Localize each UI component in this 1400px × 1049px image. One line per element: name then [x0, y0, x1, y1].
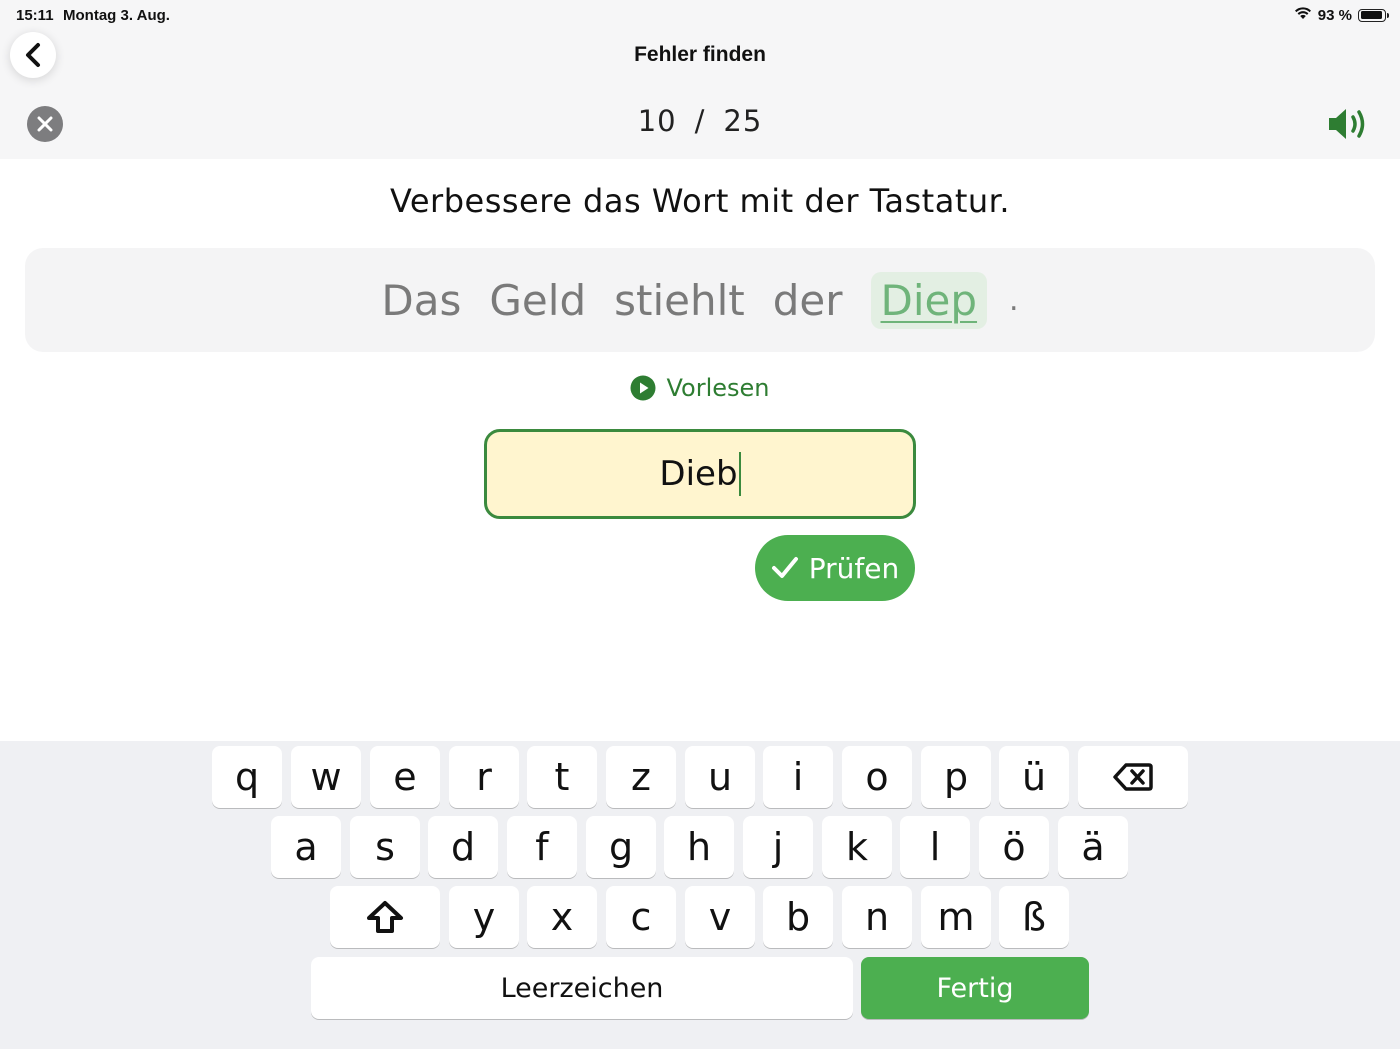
sentence: Das Geld stiehlt der Diep . [25, 248, 1375, 352]
sentence-word: der [772, 275, 843, 325]
key-u-umlaut[interactable]: ü [999, 746, 1069, 808]
progress-separator: / [694, 104, 706, 138]
checkmark-icon [771, 557, 798, 578]
key-q[interactable]: q [212, 746, 282, 808]
key-k[interactable]: k [822, 816, 892, 878]
battery-icon [1358, 8, 1389, 22]
keyboard: q w e r t z u i o p ü a s d f g h j k l … [0, 741, 1400, 1049]
instruction-text: Verbessere das Wort mit der Tastatur. [389, 182, 1011, 220]
backspace-key[interactable] [1078, 746, 1188, 808]
progress-counter: 10 / 25 [0, 104, 1400, 138]
key-a[interactable]: a [271, 816, 341, 878]
key-p[interactable]: p [921, 746, 991, 808]
battery-fill [1360, 11, 1382, 19]
key-eszett[interactable]: ß [999, 886, 1069, 948]
status-time: 15:11 [16, 7, 54, 24]
key-y[interactable]: y [449, 886, 519, 948]
status-indicators: 93 % [1294, 6, 1389, 24]
play-icon [630, 375, 656, 401]
read-aloud-label: Vorlesen [666, 374, 770, 402]
key-w[interactable]: w [291, 746, 361, 808]
key-o-umlaut[interactable]: ö [979, 816, 1049, 878]
key-z[interactable]: z [606, 746, 676, 808]
key-e[interactable]: e [370, 746, 440, 808]
key-i[interactable]: i [763, 746, 833, 808]
key-b[interactable]: b [763, 886, 833, 948]
space-key[interactable]: Leerzeichen [311, 957, 853, 1019]
page-title: Fehler finden [634, 43, 766, 66]
check-button[interactable]: Prüfen [755, 535, 915, 601]
check-button-label: Prüfen [808, 551, 900, 585]
key-v[interactable]: v [685, 886, 755, 948]
sentence-word: Geld [489, 275, 587, 325]
sentence-panel: Das Geld stiehlt der Diep . [25, 248, 1375, 352]
text-caret [738, 452, 741, 496]
progress-current: 10 [637, 104, 677, 138]
answer-input-value: Dieb [659, 454, 738, 494]
key-f[interactable]: f [507, 816, 577, 878]
status-bar: 15:11 Montag 3. Aug. 93 % [0, 0, 1400, 32]
battery-percent: 93 % [1317, 6, 1352, 24]
speaker-icon [1329, 109, 1365, 139]
read-aloud-button[interactable]: Vorlesen [0, 374, 1400, 402]
key-d[interactable]: d [428, 816, 498, 878]
key-x[interactable]: x [527, 886, 597, 948]
shift-key[interactable] [330, 886, 440, 948]
key-h[interactable]: h [664, 816, 734, 878]
sentence-punctuation: . [1009, 282, 1019, 318]
key-t[interactable]: t [527, 746, 597, 808]
key-c[interactable]: c [606, 886, 676, 948]
wrong-word[interactable]: Diep [870, 271, 988, 329]
backspace-icon [1113, 763, 1153, 791]
done-key[interactable]: Fertig [861, 957, 1089, 1019]
sentence-word: stiehlt [614, 275, 745, 325]
speaker-button[interactable] [1326, 106, 1374, 142]
progress-total: 25 [723, 104, 763, 138]
key-m[interactable]: m [921, 886, 991, 948]
key-l[interactable]: l [900, 816, 970, 878]
shift-icon [367, 901, 403, 933]
key-g[interactable]: g [586, 816, 656, 878]
key-s[interactable]: s [350, 816, 420, 878]
key-j[interactable]: j [743, 816, 813, 878]
wifi-icon [1294, 6, 1312, 24]
status-date: Montag 3. Aug. [63, 7, 170, 24]
key-u[interactable]: u [685, 746, 755, 808]
key-a-umlaut[interactable]: ä [1058, 816, 1128, 878]
sentence-word: Das [381, 275, 462, 325]
key-r[interactable]: r [449, 746, 519, 808]
key-o[interactable]: o [842, 746, 912, 808]
answer-input[interactable]: Dieb [484, 429, 916, 519]
key-n[interactable]: n [842, 886, 912, 948]
